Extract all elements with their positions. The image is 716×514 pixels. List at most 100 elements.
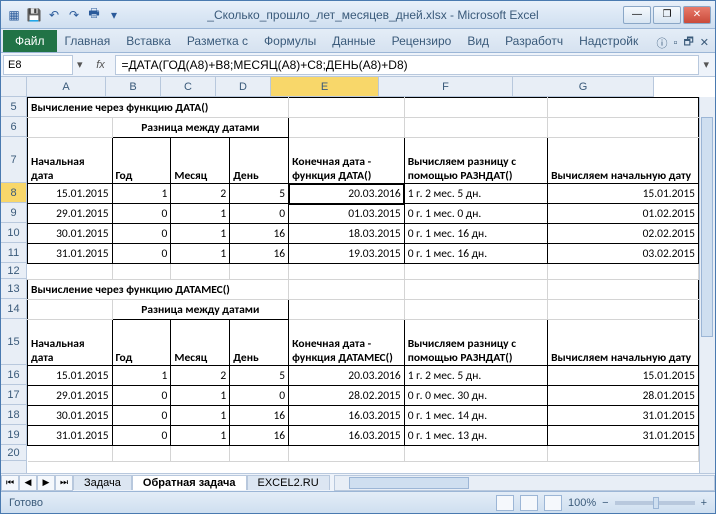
cell[interactable]: 1 [171, 244, 230, 264]
cell[interactable]: 0 [230, 386, 289, 406]
row-header[interactable]: 16 [1, 365, 26, 385]
cell[interactable] [112, 446, 171, 462]
cell[interactable]: 31.01.2015 [28, 426, 113, 446]
cell[interactable]: 15.01.2015 [28, 366, 113, 386]
view-normal-icon[interactable] [496, 495, 514, 511]
zoom-in-button[interactable]: + [701, 497, 707, 509]
row-header[interactable]: 10 [1, 223, 26, 243]
cell[interactable] [171, 264, 230, 280]
cell[interactable] [404, 264, 547, 280]
sheet-tab[interactable]: Задача [73, 475, 132, 490]
cell[interactable]: 1 [112, 184, 171, 204]
col-header-f[interactable]: F [379, 77, 513, 97]
ribbon-tab-developer[interactable]: Разработч [497, 30, 571, 52]
formula-input[interactable]: =ДАТА(ГОД(A8)+B8;МЕСЯЦ(A8)+C8;ДЕНЬ(A8)+D… [115, 55, 700, 75]
cell[interactable]: 16.03.2015 [289, 426, 405, 446]
cell[interactable] [548, 264, 699, 280]
col-header-b[interactable]: B [106, 77, 161, 97]
cell[interactable] [404, 300, 547, 320]
col-header-g[interactable]: G [513, 77, 654, 97]
row-header[interactable]: 14 [1, 299, 26, 319]
row-header[interactable]: 11 [1, 243, 26, 263]
cell[interactable]: 0 г. 0 мес. 30 дн. [404, 386, 547, 406]
cell[interactable] [230, 446, 289, 462]
cell[interactable] [28, 264, 113, 280]
cell[interactable]: 15.01.2015 [548, 184, 699, 204]
cell[interactable] [289, 300, 405, 320]
undo-icon[interactable]: ↶ [45, 6, 63, 24]
cell[interactable]: 1 [171, 426, 230, 446]
restore-workbook-icon[interactable]: 🗗 [683, 33, 693, 52]
cell[interactable]: 0 [112, 386, 171, 406]
cell[interactable]: Конечная дата - функция ДАТА() [289, 138, 405, 184]
maximize-button[interactable]: ❐ [653, 6, 681, 24]
cell[interactable] [404, 280, 547, 300]
cell[interactable] [548, 280, 699, 300]
cell[interactable] [548, 300, 699, 320]
cell[interactable]: 16.03.2015 [289, 406, 405, 426]
cell[interactable]: 16 [230, 224, 289, 244]
zoom-level[interactable]: 100% [568, 497, 596, 509]
cell[interactable] [28, 300, 113, 320]
print-icon[interactable]: 🖶 [85, 6, 103, 24]
cell[interactable]: 30.01.2015 [28, 406, 113, 426]
zoom-slider[interactable] [615, 501, 695, 505]
close-workbook-icon[interactable]: ✕ [700, 36, 709, 49]
vscroll-thumb[interactable] [701, 117, 713, 337]
fx-button[interactable]: fx [91, 55, 111, 75]
cell[interactable]: 29.01.2015 [28, 386, 113, 406]
sheet-nav-last-icon[interactable]: ⏭ [55, 475, 73, 491]
ribbon-tab-data[interactable]: Данные [324, 30, 383, 52]
cell[interactable]: 0 [112, 426, 171, 446]
cell[interactable]: Начальная дата [28, 320, 113, 366]
col-header-d[interactable]: D [216, 77, 271, 97]
ribbon-tab-layout[interactable]: Разметка с [179, 30, 256, 52]
name-box-dropdown-icon[interactable]: ▾ [73, 58, 87, 71]
redo-icon[interactable]: ↷ [65, 6, 83, 24]
cell[interactable]: Вычисляем разницу с помощью РАЗНДАТ() [404, 320, 547, 366]
cell[interactable] [28, 118, 113, 138]
cell[interactable]: Вычисление через функцию ДАТА() [28, 98, 289, 118]
sheet-tab[interactable]: EXCEL2.RU [247, 475, 330, 490]
cell[interactable]: 1 [171, 386, 230, 406]
cell[interactable]: 16 [230, 406, 289, 426]
cell[interactable] [404, 118, 547, 138]
cell[interactable]: Год [112, 320, 171, 366]
cell[interactable]: 31.01.2015 [548, 426, 699, 446]
cell[interactable]: 16 [230, 244, 289, 264]
cell[interactable]: Вычисление через функцию ДАТАМЕС() [28, 280, 289, 300]
row-header[interactable]: 12 [1, 263, 26, 279]
cell[interactable] [171, 446, 230, 462]
cell[interactable]: 1 [171, 224, 230, 244]
row-header[interactable]: 6 [1, 117, 26, 137]
cell[interactable] [289, 264, 405, 280]
sheet-tab-active[interactable]: Обратная задача [132, 475, 247, 490]
horizontal-scrollbar[interactable] [334, 475, 715, 491]
cell[interactable]: 18.03.2015 [289, 224, 405, 244]
cell[interactable] [548, 118, 699, 138]
cell[interactable]: 1 г. 2 мес. 5 дн. [404, 184, 547, 204]
row-header[interactable]: 20 [1, 445, 26, 461]
cell[interactable] [548, 446, 699, 462]
cell[interactable]: 01.03.2015 [289, 204, 405, 224]
cell[interactable] [404, 98, 547, 118]
file-tab[interactable]: Файл [3, 30, 57, 52]
cell[interactable]: 1 [112, 366, 171, 386]
cell[interactable]: 2 [171, 366, 230, 386]
cell[interactable] [289, 98, 405, 118]
cell[interactable]: 0 г. 1 мес. 14 дн. [404, 406, 547, 426]
view-pagebreak-icon[interactable] [544, 495, 562, 511]
cell[interactable]: 2 [171, 184, 230, 204]
ribbon-tab-home[interactable]: Главная [57, 30, 119, 52]
cell[interactable]: Вычисляем начальную дату [548, 320, 699, 366]
cell[interactable]: 28.01.2015 [548, 386, 699, 406]
ribbon-tab-view[interactable]: Вид [459, 30, 497, 52]
cell[interactable] [289, 280, 405, 300]
cell[interactable]: Год [112, 138, 171, 184]
cell[interactable]: 16 [230, 426, 289, 446]
row-header[interactable]: 13 [1, 279, 26, 299]
sheet-nav-first-icon[interactable]: ⏮ [1, 475, 19, 491]
view-layout-icon[interactable] [520, 495, 538, 511]
cell[interactable]: 0 г. 1 мес. 13 дн. [404, 426, 547, 446]
ribbon-tab-insert[interactable]: Вставка [118, 30, 179, 52]
